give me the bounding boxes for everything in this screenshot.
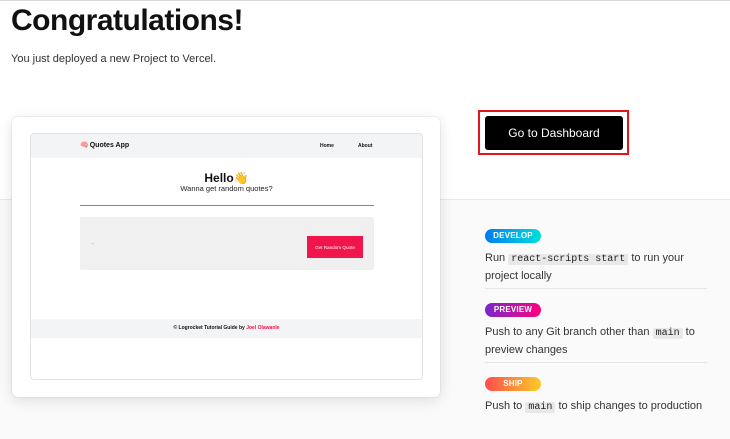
preview-footer: © Logrocket Tutorial Guide by Joel Olawa… [31, 319, 422, 338]
preview-quote-text: . [92, 240, 94, 246]
preview-divider [80, 205, 374, 206]
preview-tagline: Wanna get random quotes? [180, 184, 273, 193]
brain-icon: 🧠 [80, 142, 89, 149]
step-divider [485, 362, 707, 363]
preview-hello-heading: Hello👋 [204, 171, 249, 185]
develop-badge: DEVELOP [485, 229, 541, 243]
preview-footer-author: Joel Olawanle [246, 325, 280, 331]
page-subtitle: You just deployed a new Project to Verce… [11, 53, 217, 65]
preview-navbar: 🧠Quotes App Home About [31, 134, 422, 158]
ship-step-text: Push to main to ship changes to producti… [485, 398, 717, 416]
preview-nav-home: Home [320, 143, 334, 149]
go-to-dashboard-button[interactable]: Go to Dashboard [485, 116, 623, 150]
preview-quote-box: . Get Random Quote [80, 217, 374, 270]
preview-text-before: Push to any Git branch other than [485, 326, 650, 338]
preview-nav-about: About [358, 143, 373, 149]
preview-random-quote-button: Get Random Quote [307, 236, 363, 258]
ship-text-before: Push to [485, 400, 523, 412]
preview-badge: PREVIEW [485, 303, 541, 317]
preview-screenshot: 🧠Quotes App Home About Hello👋 Wanna get … [30, 133, 423, 380]
develop-code: react-scripts start [508, 254, 629, 265]
develop-text-before: Run [485, 252, 506, 264]
preview-brand: 🧠Quotes App [80, 141, 129, 149]
preview-footer-text: © Logrocket Tutorial Guide by [173, 325, 245, 331]
develop-step-text: Run react-scripts start to run your proj… [485, 250, 717, 284]
deployment-preview-card[interactable]: 🧠Quotes App Home About Hello👋 Wanna get … [12, 117, 440, 397]
ship-text-after: to ship changes to production [558, 400, 703, 412]
step-divider [485, 288, 707, 289]
ship-code: main [525, 402, 556, 413]
ship-badge: SHIP [485, 377, 541, 391]
page-title: Congratulations! [11, 4, 244, 37]
preview-code: main [652, 328, 683, 339]
preview-app-name: Quotes App [89, 142, 130, 149]
top-border [0, 0, 730, 1]
preview-step-text: Push to any Git branch other than main t… [485, 324, 717, 358]
